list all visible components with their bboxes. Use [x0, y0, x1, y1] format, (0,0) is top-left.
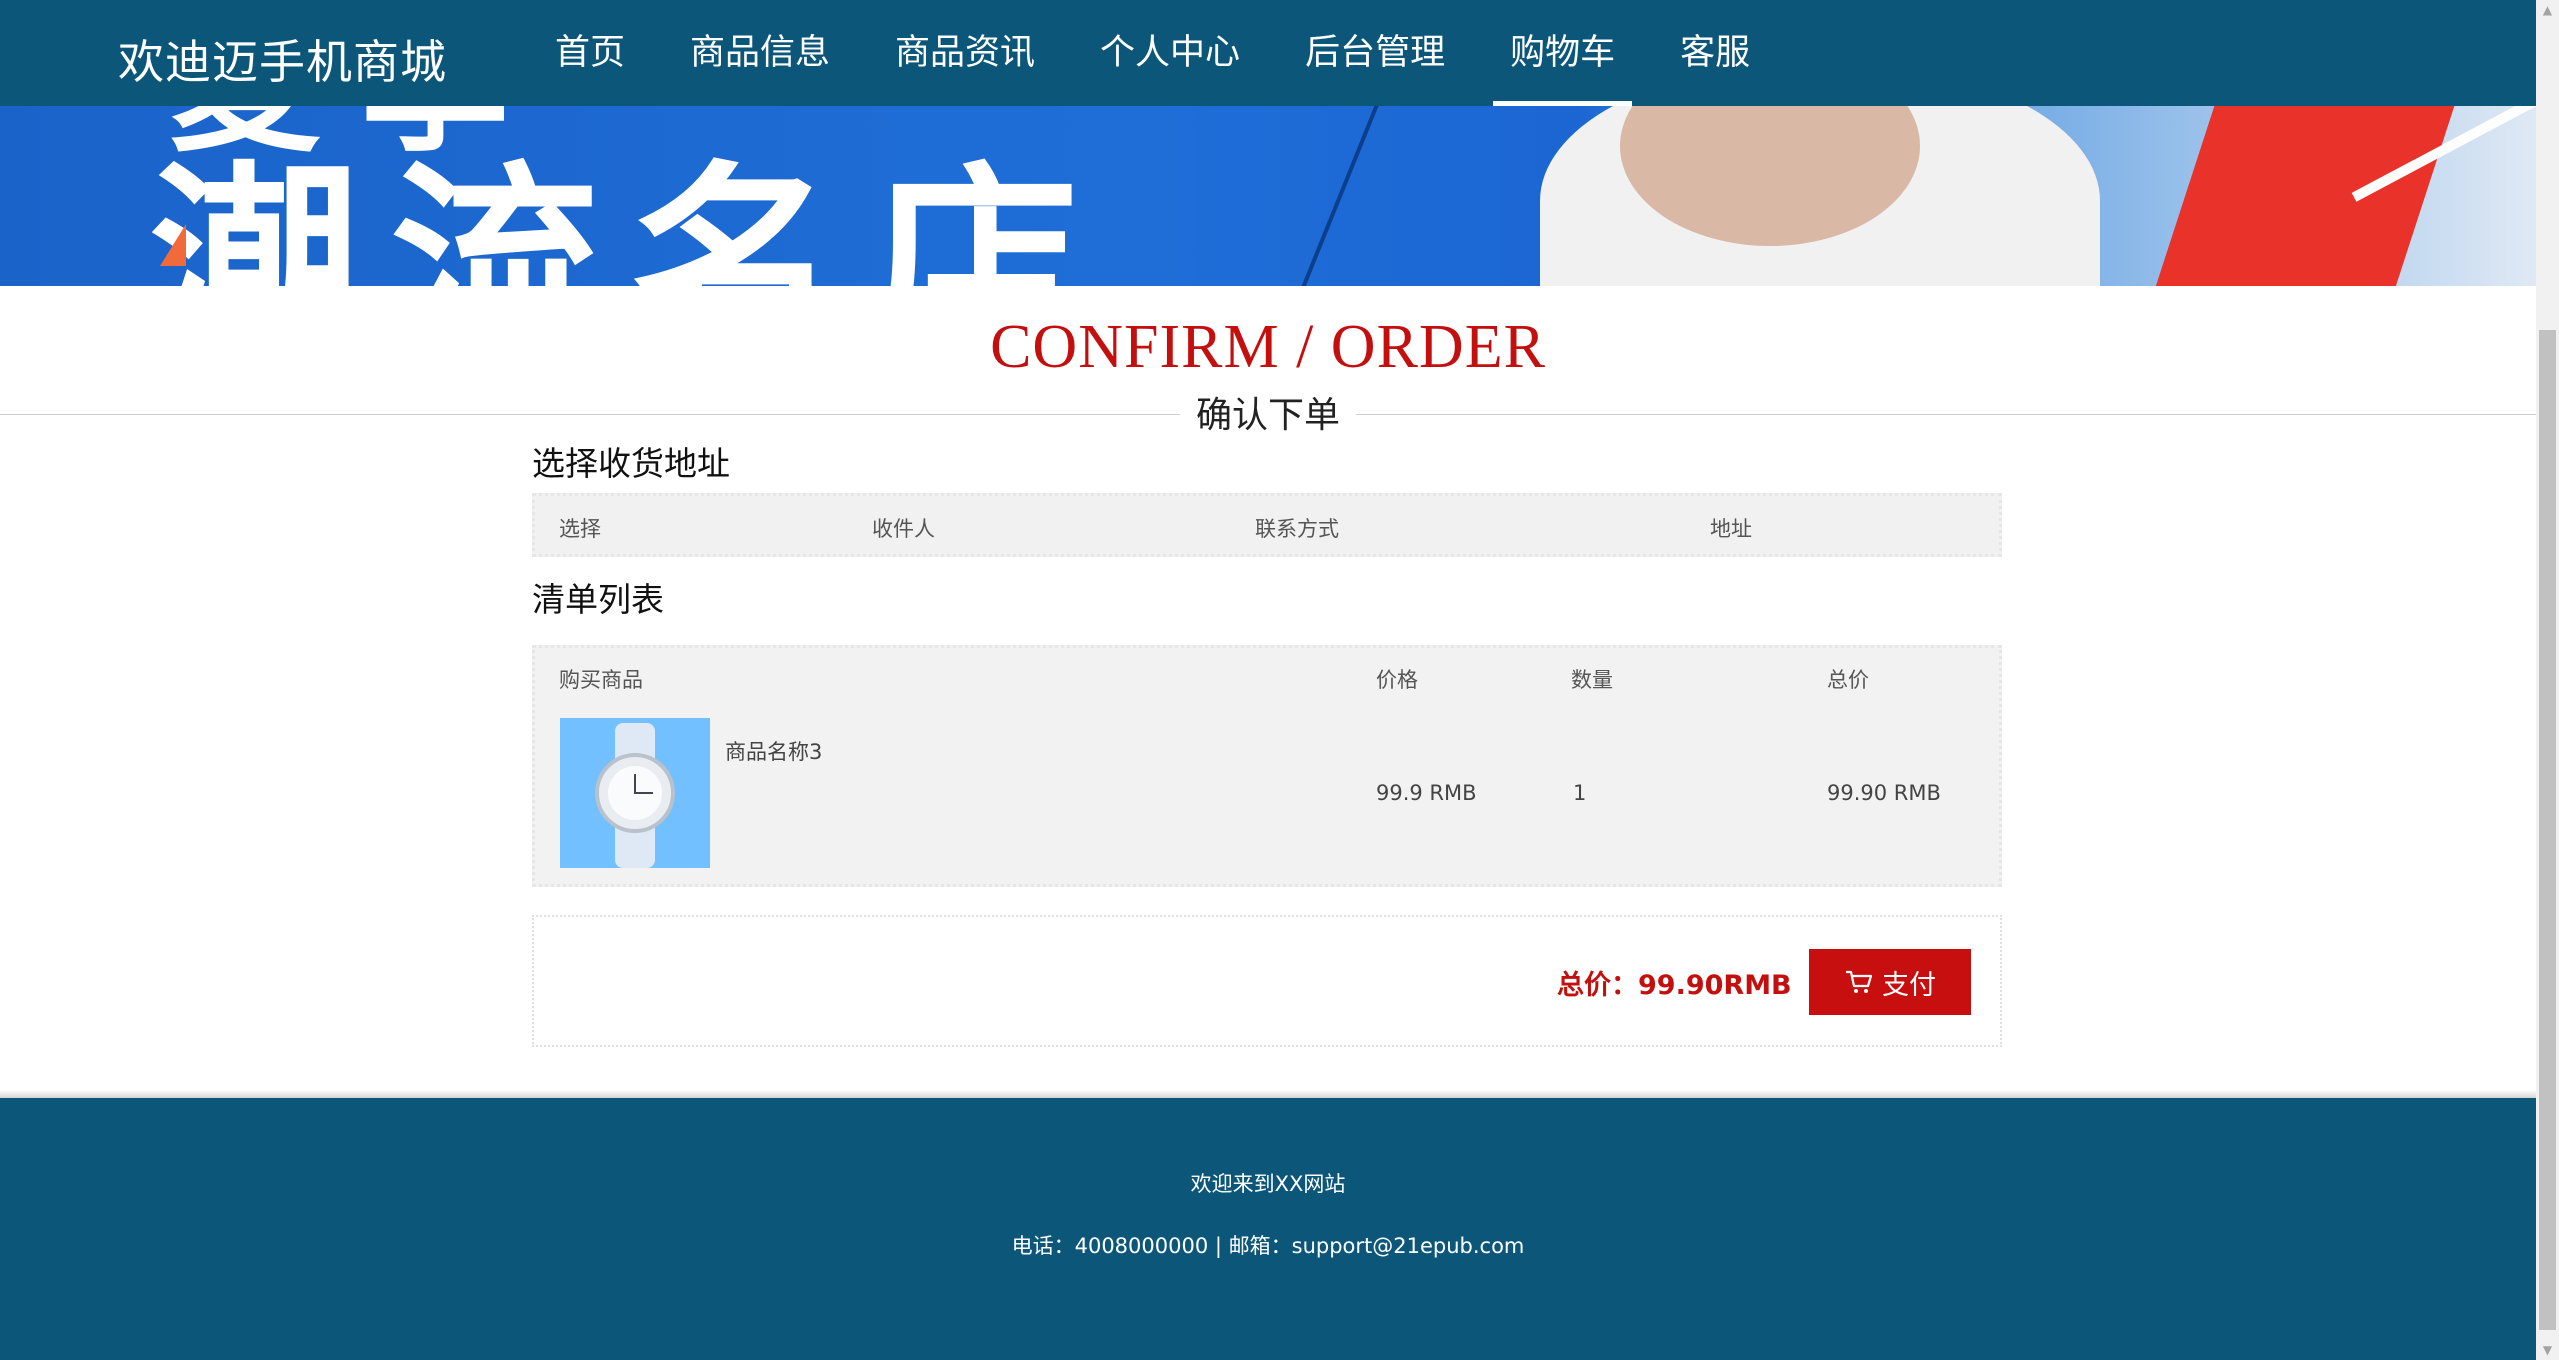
site-footer: 欢迎来到XX网站 电话：4008000000 | 邮箱：support@21ep…	[0, 1098, 2536, 1360]
nav-admin[interactable]: 后台管理	[1288, 0, 1462, 106]
cart-icon	[1846, 970, 1873, 993]
banner-accent-shape	[160, 224, 186, 266]
list-col-price: 价格	[1376, 668, 1418, 692]
address-table-header: 选择 收件人 联系方式 地址	[532, 493, 2002, 557]
watch-hand-minute	[635, 792, 653, 794]
scrollbar-thumb[interactable]	[2539, 330, 2556, 1330]
footer-shadow	[0, 1090, 2536, 1098]
product-name[interactable]: 商品名称3	[725, 736, 822, 766]
address-col-contact: 联系方式	[1255, 517, 1339, 541]
top-navbar: 欢迪迈手机商城 首页 商品信息 商品资讯 个人中心 后台管理 购物车 客服	[0, 0, 2536, 106]
address-col-select: 选择	[559, 517, 601, 541]
list-col-quantity: 数量	[1571, 668, 1613, 692]
site-logo[interactable]: 欢迪迈手机商城	[118, 26, 447, 92]
order-total-price: 总价：99.90RMB	[1557, 970, 1792, 1001]
product-total: 99.90 RMB	[1827, 781, 1941, 805]
list-col-total: 总价	[1827, 668, 1869, 692]
address-section-title: 选择收货地址	[532, 444, 730, 483]
nav-service[interactable]: 客服	[1663, 0, 1767, 106]
pay-button-label: 支付	[1882, 969, 1936, 1000]
product-quantity: 1	[1573, 781, 1587, 805]
nav-products[interactable]: 商品信息	[673, 0, 847, 106]
product-image[interactable]	[560, 718, 710, 868]
scroll-down-icon[interactable]: ▼	[2536, 1340, 2559, 1360]
nav-cart[interactable]: 购物车	[1493, 0, 1633, 106]
pay-button[interactable]: 支付	[1809, 949, 1971, 1015]
footer-contact: 电话：4008000000 | 邮箱：support@21epub.com	[1011, 1234, 1525, 1258]
order-list-table: 购买商品 价格 数量 总价 商品名称3 99.9 RMB 1 99.90 RMB	[532, 645, 2002, 887]
page-title-en: CONFIRM / ORDER	[990, 313, 1546, 381]
banner-stripe	[1281, 106, 1383, 286]
product-price: 99.9 RMB	[1376, 781, 1477, 805]
nav-profile[interactable]: 个人中心	[1083, 0, 1257, 106]
page-title-cn: 确认下单	[1180, 386, 1356, 438]
banner-red-shape	[2155, 106, 2465, 286]
list-col-product: 购买商品	[559, 668, 643, 692]
list-section-title: 清单列表	[532, 580, 664, 619]
nav-news[interactable]: 商品资讯	[878, 0, 1052, 106]
hero-banner: 夏季 潮流名店	[0, 106, 2536, 286]
main-nav: 首页 商品信息 商品资讯 个人中心 后台管理 购物车 客服	[538, 0, 1798, 106]
watch-hand-hour	[634, 774, 636, 794]
scroll-up-icon[interactable]: ▲	[2536, 0, 2559, 20]
address-col-recipient: 收件人	[872, 517, 935, 541]
nav-home[interactable]: 首页	[538, 0, 642, 106]
address-col-address: 地址	[1710, 517, 1752, 541]
vertical-scrollbar[interactable]: ▲ ▼	[2536, 0, 2559, 1360]
order-summary: 总价：99.90RMB 支付	[532, 915, 2002, 1047]
footer-welcome: 欢迎来到XX网站	[1190, 1172, 1346, 1196]
banner-text: 潮流名店	[150, 143, 1111, 287]
